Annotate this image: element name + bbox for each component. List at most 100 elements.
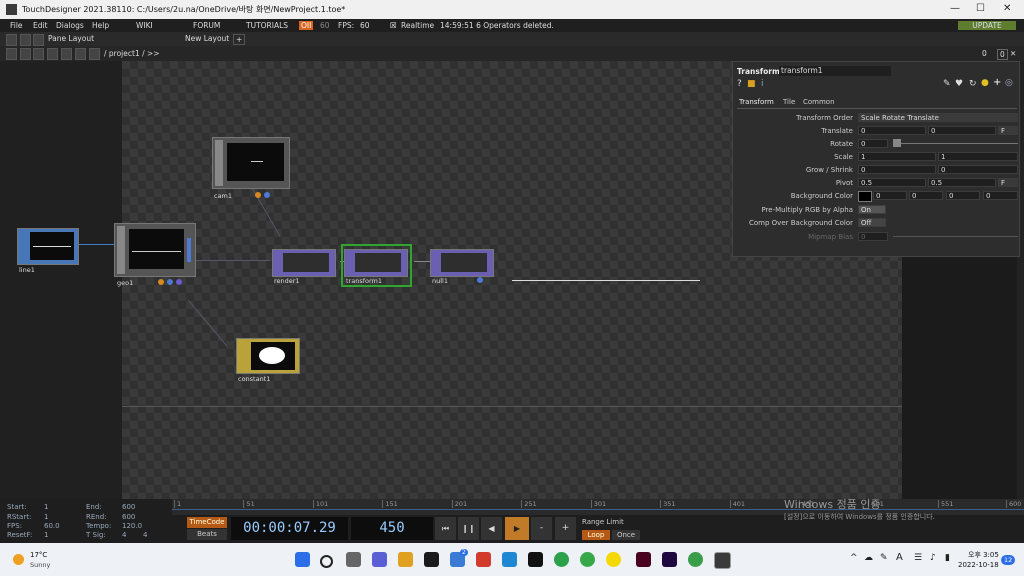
rend-value[interactable]: 600 (122, 513, 135, 521)
pane-icon[interactable] (6, 34, 17, 46)
transform-order-select[interactable]: Scale Rotate Translate (858, 113, 1018, 122)
comment-icon[interactable]: ♥ (955, 79, 963, 89)
split-icon[interactable] (33, 34, 44, 46)
python-icon[interactable]: ■ (747, 79, 756, 89)
rotate-slider[interactable] (893, 143, 1018, 144)
frame-display[interactable]: 450 (351, 517, 433, 540)
forum-button[interactable]: FORUM (193, 21, 220, 30)
bg-b-field[interactable]: 0 (946, 191, 980, 200)
edge-icon[interactable] (502, 552, 517, 567)
loop-button[interactable]: Loop (582, 530, 610, 540)
null-node-label[interactable]: null1 (432, 277, 448, 285)
after-effects-icon[interactable] (662, 552, 677, 567)
search-icon[interactable] (320, 555, 333, 568)
pivot-x-field[interactable]: 0.5 (858, 178, 926, 187)
cam-node-label[interactable]: cam1 (214, 192, 232, 200)
timecode-display[interactable]: 00:00:07.29 (231, 517, 348, 540)
notification-badge[interactable]: 12 (1001, 555, 1016, 565)
transform-node-label[interactable]: transform1 (346, 277, 382, 285)
grow-y-field[interactable]: 0 (938, 165, 1018, 174)
constant-node[interactable] (236, 338, 300, 374)
pivot-unit-select[interactable]: F (998, 178, 1018, 187)
battery-icon[interactable]: ▮ (945, 553, 950, 563)
menu-edit[interactable]: Edit (33, 21, 48, 30)
volume-icon[interactable]: ♪ (930, 553, 936, 563)
geo-render-flag-icon[interactable] (167, 279, 173, 285)
menu-help[interactable]: Help (92, 21, 109, 30)
wiki-button[interactable]: WIKI (136, 21, 153, 30)
info-icon[interactable]: i (761, 79, 764, 89)
rotate-field[interactable]: 0 (858, 139, 888, 148)
geo-pick-flag-icon[interactable] (176, 279, 182, 285)
add-icon[interactable] (61, 48, 72, 60)
add-layout-icon[interactable]: + (233, 34, 246, 45)
geo-node-label[interactable]: geo1 (117, 279, 133, 287)
translate-x-field[interactable]: 0 (858, 126, 926, 135)
reset-icon[interactable]: ↻ (969, 79, 977, 89)
timecode-button[interactable]: TimeCode (187, 517, 227, 528)
start-menu-icon[interactable] (295, 552, 310, 567)
pane-count-b[interactable]: 0 (997, 49, 1008, 60)
forward-icon[interactable] (47, 48, 58, 60)
update-button[interactable]: UPDATE (958, 21, 1016, 30)
tray-cloud-icon[interactable]: ☁ (864, 553, 873, 563)
cam-render-flag-icon[interactable] (264, 192, 270, 198)
bg-g-field[interactable]: 0 (909, 191, 943, 200)
start-value[interactable]: 1 (44, 503, 48, 511)
step-back-icon[interactable]: - (531, 517, 552, 540)
cam-display-flag-icon[interactable] (255, 192, 261, 198)
tab-transform[interactable]: Transform (739, 98, 774, 106)
bg-r-field[interactable]: 0 (873, 191, 907, 200)
geo-connector[interactable] (187, 238, 191, 262)
clock-time[interactable]: 오후 3:05 (968, 550, 999, 560)
task-view-icon[interactable] (346, 552, 361, 567)
translate-y-field[interactable]: 0 (928, 126, 996, 135)
close-icon[interactable]: ✕ (1003, 3, 1011, 14)
end-value[interactable]: 600 (122, 503, 135, 511)
grow-x-field[interactable]: 0 (858, 165, 936, 174)
network-icon[interactable] (6, 48, 17, 60)
geo-display-flag-icon[interactable] (158, 279, 164, 285)
oli-button[interactable]: OII (299, 21, 314, 30)
chrome-alt-icon[interactable] (688, 552, 703, 567)
anchor-icon[interactable] (20, 34, 31, 46)
maximize-icon[interactable]: ☐ (976, 3, 985, 14)
render-node[interactable] (272, 249, 336, 277)
tempo-value[interactable]: 120.0 (122, 522, 142, 530)
beats-button[interactable]: Beats (187, 529, 227, 540)
tsig-a[interactable]: 4 (122, 531, 126, 539)
chrome-profile-icon[interactable] (580, 552, 595, 567)
rewind-icon[interactable]: ⏮ (435, 517, 456, 540)
file-explorer-icon[interactable] (398, 552, 413, 567)
notion-icon[interactable] (528, 552, 543, 567)
network-path[interactable]: / project1 / >> (104, 49, 160, 58)
pivot-y-field[interactable]: 0.5 (928, 178, 996, 187)
close-pane-icon[interactable]: ✕ (1010, 49, 1016, 58)
null-display-flag-icon[interactable] (477, 277, 483, 283)
tab-common[interactable]: Common (803, 98, 835, 106)
scale-x-field[interactable]: 1 (858, 152, 936, 161)
render-node-label[interactable]: render1 (274, 277, 300, 285)
stop-icon[interactable] (20, 48, 31, 60)
scale-y-field[interactable]: 1 (938, 152, 1018, 161)
play-icon[interactable]: ▶ (505, 517, 529, 540)
op-name-field[interactable]: transform1 (779, 66, 891, 76)
color-icon[interactable]: ● (981, 78, 989, 88)
star-icon[interactable] (75, 48, 86, 60)
kakaotalk-icon[interactable] (606, 552, 621, 567)
transform-node[interactable] (344, 249, 408, 277)
back-icon[interactable] (33, 48, 44, 60)
menu-file[interactable]: File (10, 21, 23, 30)
tab-tile[interactable]: Tile (783, 98, 795, 106)
weather-temp[interactable]: 17°C (30, 551, 47, 559)
line-node[interactable] (17, 228, 79, 265)
touchdesigner-taskbar-icon[interactable] (714, 552, 731, 569)
rstart-value[interactable]: 1 (44, 513, 48, 521)
bg-a-field[interactable]: 0 (983, 191, 1018, 200)
weather-condition[interactable]: Sunny (30, 561, 50, 569)
comp-over-toggle[interactable]: Off (858, 218, 886, 227)
chrome-icon[interactable] (554, 552, 569, 567)
tray-chevron-icon[interactable]: ^ (850, 553, 858, 563)
clock-date[interactable]: 2022-10-18 (958, 561, 999, 569)
geo-node[interactable] (114, 223, 196, 277)
